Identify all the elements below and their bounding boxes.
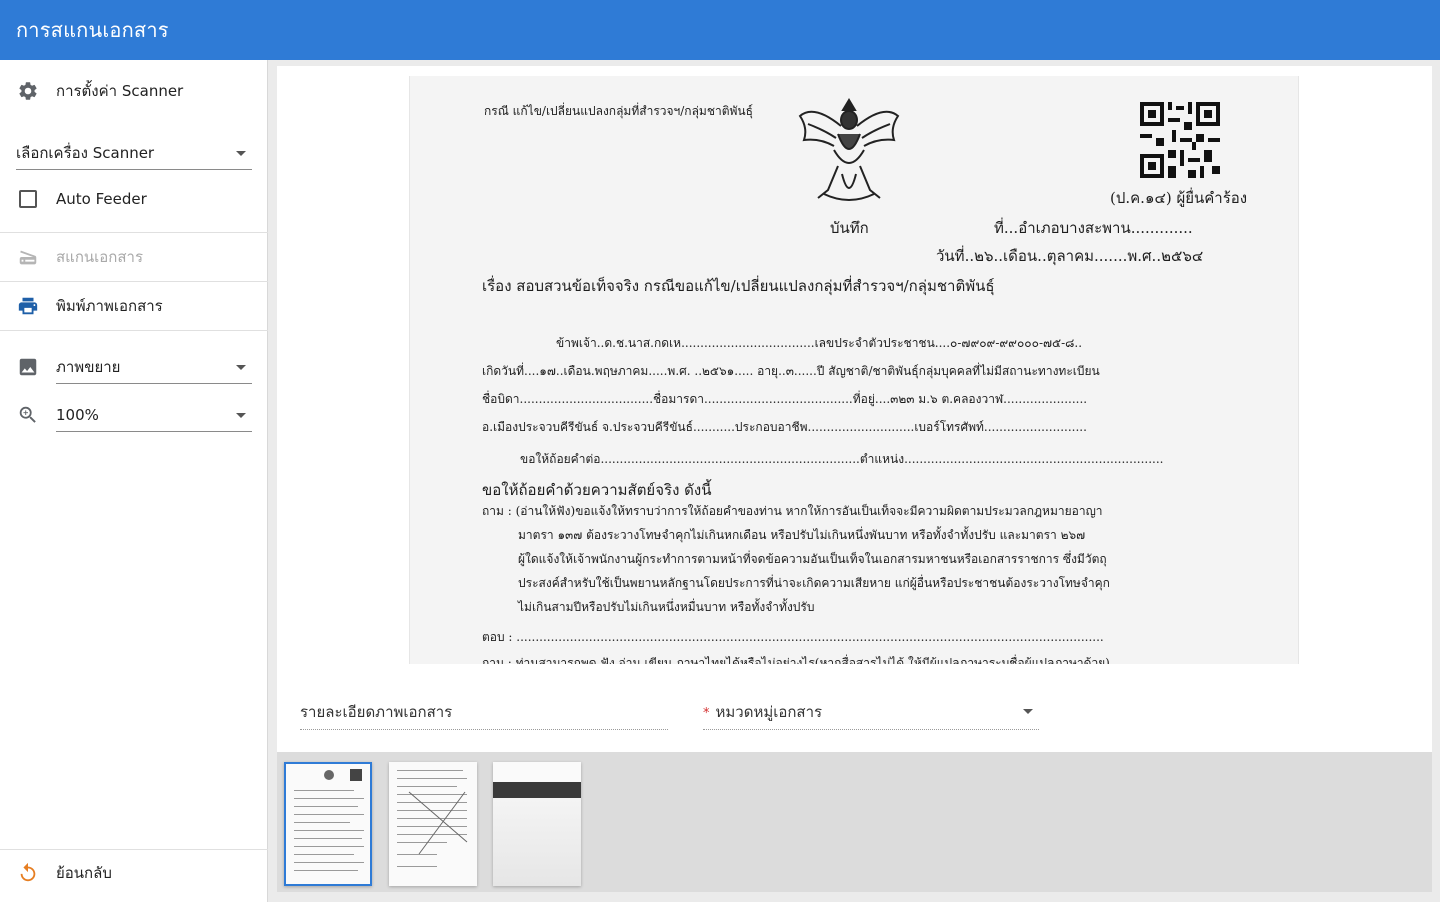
chevron-down-icon [1023, 708, 1033, 714]
chevron-down-icon [236, 150, 246, 156]
document-line: ชื่อบิดา................................… [482, 392, 1088, 406]
required-mark: * [703, 706, 710, 721]
document-description-field[interactable]: รายละเอียดภาพเอกสาร [300, 700, 668, 730]
sidebar: การตั้งค่า Scanner เลือกเครื่อง Scanner … [0, 60, 268, 902]
zoom-select[interactable]: 100% [56, 398, 252, 432]
document-date: วันที่..๒๖..เดือน..ตุลาคม.......พ.ศ..๒๕๖… [936, 247, 1204, 265]
document-line: ประสงค์สำหรับใช้เป็นพยานหลักฐานโดยประการ… [518, 576, 1110, 590]
document-line: ขอให้ถ้อยคำด้วยความสัตย์จริง ดังนี้ [482, 481, 712, 499]
cross-out-mark [408, 791, 468, 855]
scanned-document-image[interactable]: กรณี แก้ไข/เปลี่ยนแปลงกลุ่มที่สำรวจฯ/กลุ… [409, 76, 1299, 664]
page-thumbnail[interactable] [389, 762, 477, 886]
document-subject: เรื่อง สอบสวนข้อเท็จจริง กรณีขอแก้ไข/เปล… [482, 277, 995, 295]
document-line: เกิดวันที่....๑๗..เดือน.พฤษภาคม.....พ.ศ.… [482, 364, 1100, 378]
image-mode-value: ภาพขยาย [56, 357, 121, 376]
divider [0, 281, 268, 282]
document-line: ตอบ : ..................................… [482, 630, 1104, 644]
scanner-settings-header[interactable]: การตั้งค่า Scanner [0, 76, 268, 106]
scanner-settings-label: การตั้งค่า Scanner [56, 82, 184, 100]
document-line: ขอให้ถ้อยคำต่อ..........................… [520, 452, 1164, 466]
app-bar: การสแกนเอกสาร [0, 0, 1440, 60]
chevron-down-icon [236, 364, 246, 370]
zoom-in-icon [16, 403, 40, 427]
document-header-note: กรณี แก้ไข/เปลี่ยนแปลงกลุ่มที่สำรวจฯ/กลุ… [484, 104, 753, 118]
scanner-select-value: เลือกเครื่อง Scanner [16, 143, 155, 162]
garuda-emblem-icon [798, 98, 900, 201]
image-icon [16, 355, 40, 379]
auto-feeder-option[interactable]: Auto Feeder [0, 184, 268, 214]
main-area: กรณี แก้ไข/เปลี่ยนแปลงกลุ่มที่สำรวจฯ/กลุ… [268, 60, 1440, 902]
gear-icon [16, 79, 40, 103]
thumbnail-strip [277, 752, 1432, 892]
auto-feeder-label: Auto Feeder [56, 190, 147, 208]
document-line: ถาม : ท่านสามารถพูด ฟัง อ่าน เขียน ภาษาไ… [482, 656, 1110, 664]
document-place: ที่...อำเภอบางสะพาน............. [994, 219, 1193, 237]
memo-title: บันทึก [830, 219, 869, 237]
document-line: ถาม : (อ่านให้ฟัง)ขอแจ้งให้ทราบว่าการให้… [482, 504, 1103, 518]
app-title: การสแกนเอกสาร [16, 18, 169, 42]
printer-icon [16, 294, 40, 318]
print-document-label: พิมพ์ภาพเอกสาร [56, 297, 163, 315]
document-viewer: กรณี แก้ไข/เปลี่ยนแปลงกลุ่มที่สำรวจฯ/กลุ… [277, 66, 1432, 752]
back-label: ย้อนกลับ [56, 864, 112, 882]
document-line: ผู้ใดแจ้งให้เจ้าพนักงานผู้กระทำการตามหน้… [518, 552, 1107, 566]
document-category-label: หมวดหมู่เอกสาร [715, 703, 823, 721]
scanner-icon [16, 245, 40, 269]
undo-icon [16, 861, 40, 885]
scan-document-label: สแกนเอกสาร [56, 248, 144, 266]
document-category-select[interactable]: * หมวดหมู่เอกสาร [703, 700, 1039, 730]
divider [0, 849, 268, 850]
form-code: (ป.ค.๑๔) ผู้ยื่นคำร้อง [1110, 189, 1248, 207]
checkbox-icon[interactable] [16, 187, 40, 211]
qr-code-icon [1140, 102, 1220, 178]
print-document-button[interactable]: พิมพ์ภาพเอกสาร [0, 291, 268, 321]
page-thumbnail[interactable] [284, 762, 372, 886]
zoom-value: 100% [56, 405, 99, 424]
divider [0, 232, 268, 233]
scanner-select[interactable]: เลือกเครื่อง Scanner [16, 136, 252, 170]
document-line: ข้าพเจ้า..ด.ช.นาส.กดเห..................… [556, 336, 1083, 350]
image-mode-select[interactable]: ภาพขยาย [56, 350, 252, 384]
document-line: มาตรา ๑๓๗ ต้องระวางโทษจำคุกไม่เกินหกเดือ… [518, 528, 1086, 542]
divider [0, 330, 268, 331]
chevron-down-icon [236, 412, 246, 418]
page-thumbnail[interactable] [493, 762, 581, 886]
back-button[interactable]: ย้อนกลับ [0, 858, 268, 888]
document-description-label: รายละเอียดภาพเอกสาร [300, 703, 453, 721]
document-line: ไม่เกินสามปีหรือปรับไม่เกินหนึ่งหมื่นบาท… [518, 600, 815, 614]
scan-document-button[interactable]: สแกนเอกสาร [0, 242, 268, 272]
document-line: อ.เมืองประจวบคีรีขันธ์ จ.ประจวบคีรีขันธ์… [482, 420, 1087, 434]
